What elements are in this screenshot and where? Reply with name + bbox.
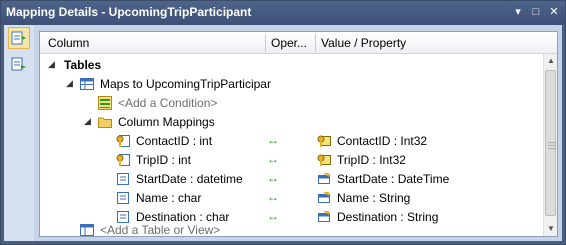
table-icon — [80, 224, 94, 236]
header-operator[interactable]: Oper... — [271, 36, 307, 50]
scroll-down-icon[interactable]: ▼ — [544, 222, 558, 236]
scroll-up-icon[interactable]: ▲ — [544, 54, 558, 68]
map-functions-icon — [11, 57, 26, 71]
map-entity-to-functions-button[interactable] — [8, 53, 30, 75]
mapping-property[interactable]: ContactID : Int32 — [337, 134, 427, 148]
key-property-icon — [317, 135, 331, 147]
mapping-column: Destination : char — [136, 210, 230, 224]
tables-row[interactable]: ◢ Tables — [40, 56, 543, 74]
add-table-placeholder[interactable]: <Add a Table or View> — [100, 223, 220, 237]
window-title: Mapping Details - UpcomingTripParticipan… — [6, 5, 252, 19]
mapping-row[interactable]: ContactID : int ↔ ContactID : Int32 — [40, 132, 543, 150]
collapse-icon[interactable]: ◢ — [48, 59, 58, 69]
property-icon — [318, 173, 330, 184]
map-tables-icon — [11, 31, 26, 45]
add-condition-placeholder[interactable]: <Add a Condition> — [118, 96, 217, 110]
column-icon — [117, 211, 129, 223]
vertical-scrollbar[interactable]: ▲ — — — ▼ — [543, 54, 557, 236]
table-icon — [80, 78, 94, 90]
maps-to-label: Maps to UpcomingTripParticipar — [100, 77, 271, 91]
title-bar-buttons: ▾ □ ✕ — [511, 4, 561, 20]
header-divider — [265, 34, 266, 52]
header-column[interactable]: Column — [48, 36, 89, 50]
column-icon — [117, 192, 129, 204]
title-bar: Mapping Details - UpcomingTripParticipan… — [1, 1, 565, 25]
scroll-thumb[interactable]: — — — — [545, 70, 556, 216]
tables-label: Tables — [64, 58, 102, 72]
mapping-column: TripID : int — [136, 153, 191, 167]
header-value-property[interactable]: Value / Property — [321, 36, 406, 50]
mapping-row[interactable]: Name : char ↔ Name : String — [40, 189, 543, 207]
mapping-details-window: Mapping Details - UpcomingTripParticipan… — [0, 0, 566, 245]
window-body: Column Oper... Value / Property ◢ Tables… — [4, 25, 562, 241]
header-divider — [315, 34, 316, 52]
key-property-icon — [317, 154, 331, 166]
key-column-icon — [116, 135, 130, 147]
mapping-property[interactable]: StartDate : DateTime — [337, 172, 449, 186]
collapse-icon[interactable]: ◢ — [84, 116, 94, 126]
property-icon — [318, 211, 330, 222]
mapping-column: StartDate : datetime — [136, 172, 243, 186]
mapping-property[interactable]: TripID : Int32 — [337, 153, 406, 167]
mapping-grid: Column Oper... Value / Property ◢ Tables… — [39, 31, 558, 237]
mapping-arrow-icon: ↔ — [267, 190, 279, 204]
mapping-arrow-icon: ↔ — [267, 152, 279, 166]
mapping-column: Name : char — [136, 191, 202, 205]
column-icon — [117, 173, 129, 185]
mapping-arrow-icon: ↔ — [267, 133, 279, 147]
collapse-icon[interactable]: ◢ — [66, 78, 76, 88]
add-table-row[interactable]: <Add a Table or View> — [40, 223, 543, 237]
mapping-arrow-icon: ↔ — [267, 171, 279, 185]
mapping-arrow-icon: ↔ — [267, 209, 279, 223]
mapping-column: ContactID : int — [136, 134, 213, 148]
map-entity-to-tables-button[interactable] — [8, 27, 30, 49]
restore-icon[interactable]: □ — [529, 4, 543, 20]
column-mappings-row[interactable]: ◢ Column Mappings — [40, 113, 543, 131]
close-icon[interactable]: ✕ — [547, 4, 561, 20]
grid-header: Column Oper... Value / Property — [40, 32, 557, 54]
mapping-row[interactable]: StartDate : datetime ↔ StartDate : DateT… — [40, 170, 543, 188]
dropdown-icon[interactable]: ▾ — [511, 4, 525, 20]
condition-icon — [98, 96, 112, 110]
add-condition-row[interactable]: <Add a Condition> — [40, 94, 543, 112]
key-column-icon — [116, 154, 130, 166]
maps-to-row[interactable]: ◢ Maps to UpcomingTripParticipar — [40, 75, 543, 93]
mapping-property[interactable]: Destination : String — [337, 210, 438, 224]
column-mappings-label: Column Mappings — [118, 115, 215, 129]
property-icon — [318, 192, 330, 203]
view-toolbar — [4, 25, 34, 241]
folder-icon — [98, 117, 112, 128]
grip-icon: — — — — [548, 138, 556, 153]
mapping-property[interactable]: Name : String — [337, 191, 410, 205]
mapping-row[interactable]: TripID : int ↔ TripID : Int32 — [40, 151, 543, 169]
